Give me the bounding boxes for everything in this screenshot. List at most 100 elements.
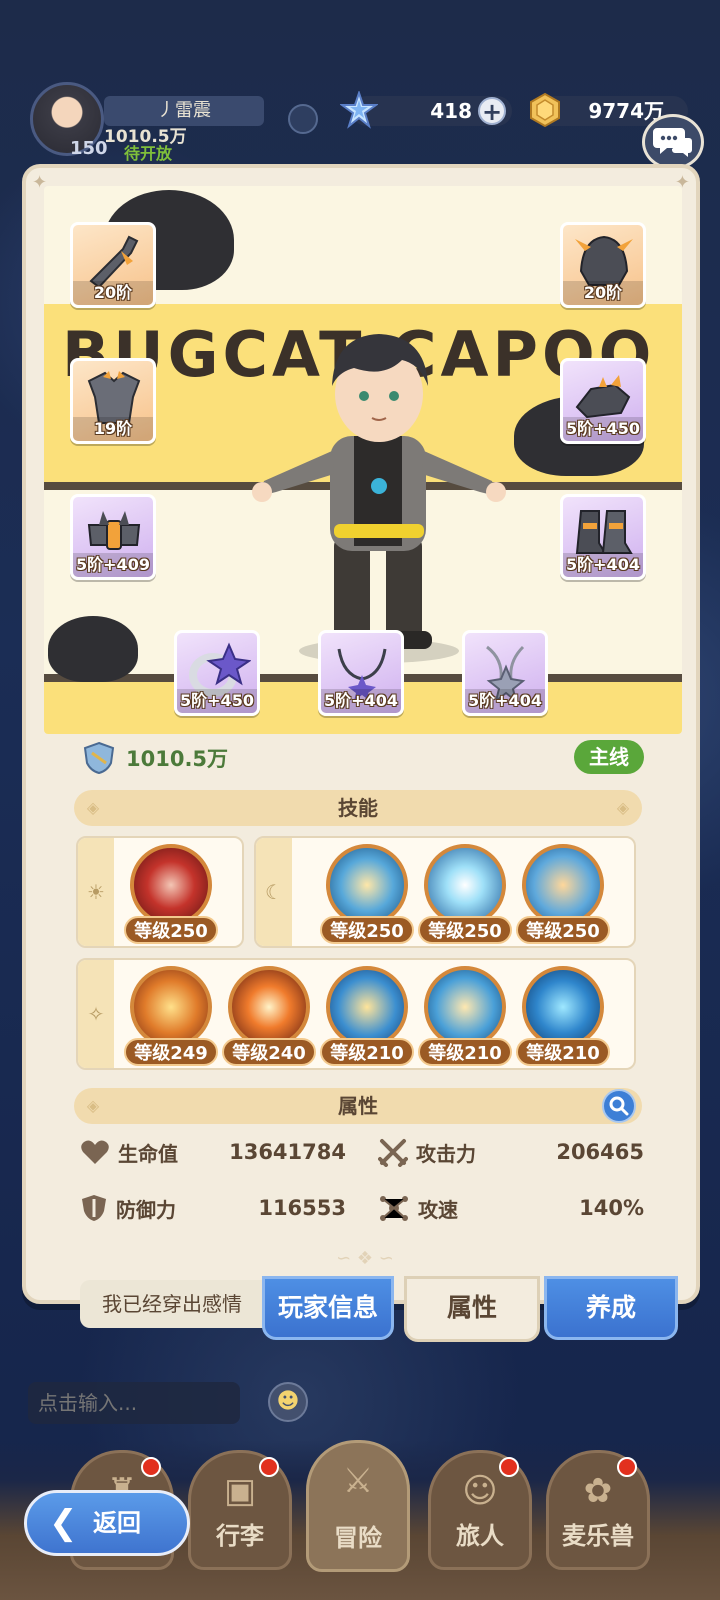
character-model[interactable] bbox=[234, 286, 524, 666]
equip-slot-charm[interactable]: 5阶+404 bbox=[462, 630, 548, 716]
feather-swipe-icon bbox=[326, 966, 408, 1048]
skill-slot[interactable]: 等级250 bbox=[418, 844, 512, 946]
diamond-ornament-icon: ◈ bbox=[616, 798, 630, 817]
equip-slot-boots[interactable]: 5阶+404 bbox=[560, 494, 646, 580]
nav-adventure[interactable]: ⚔ 冒险 bbox=[306, 1440, 410, 1572]
gem-counter: 418 + bbox=[340, 91, 512, 129]
attr-hp: 生命值 bbox=[80, 1132, 178, 1172]
add-gems-button[interactable]: + bbox=[478, 97, 506, 125]
cat-decoration bbox=[48, 616, 138, 682]
tab-player-info[interactable]: 玩家信息 bbox=[262, 1276, 394, 1340]
attributes-title: 属性 bbox=[338, 1094, 378, 1118]
chat-last-message[interactable]: 我已经穿出感情 bbox=[80, 1280, 280, 1328]
equip-level-tag: 5阶+404 bbox=[563, 553, 643, 577]
nav-adventure-label: 冒险 bbox=[334, 1524, 382, 1552]
blue-flame-icon bbox=[522, 966, 604, 1048]
combat-power: 1010.5万 bbox=[82, 738, 228, 778]
sun-icon: ☀ bbox=[78, 838, 114, 946]
crimson-vortex-icon bbox=[130, 844, 212, 926]
skill-slot[interactable]: 等级250 bbox=[320, 844, 414, 946]
crossed-swords-icon bbox=[378, 1139, 408, 1167]
equip-slot-weapon[interactable]: 20阶+450 bbox=[70, 222, 156, 308]
nav-luggage-label: 行李 bbox=[216, 1522, 264, 1550]
chat-bubble-button[interactable] bbox=[642, 114, 704, 170]
equip-slot-belt[interactable]: 5阶+409 bbox=[70, 494, 156, 580]
equip-level-tag: 5阶+404 bbox=[321, 689, 401, 713]
nav-pet[interactable]: ✿ 麦乐兽 bbox=[546, 1450, 650, 1570]
skills-title: 技能 bbox=[338, 796, 378, 820]
attr-atk: 攻击力 bbox=[378, 1132, 476, 1172]
search-icon bbox=[609, 1096, 629, 1116]
heart-icon bbox=[81, 1140, 109, 1164]
nav-pet-label: 麦乐兽 bbox=[562, 1522, 634, 1550]
attr-spd: 攻速 bbox=[378, 1188, 458, 1228]
equip-level-tag: 5阶+450 bbox=[177, 689, 257, 713]
skill-slot[interactable]: 等级210 bbox=[516, 966, 610, 1068]
equip-level-tag: 5阶+404 bbox=[465, 689, 545, 713]
tab-attributes[interactable]: 属性 bbox=[404, 1276, 540, 1342]
attr-atk-value: 206465 bbox=[556, 1140, 644, 1164]
explosion-icon bbox=[228, 966, 310, 1048]
skill-slot[interactable]: 等级249 bbox=[124, 966, 218, 1068]
crossed-swords-icon: ⚔ bbox=[342, 1461, 374, 1501]
skill-slot[interactable]: 等级250 bbox=[516, 844, 610, 946]
skills-header: ◈ 技能 ◈ bbox=[74, 790, 642, 826]
skill-slot[interactable]: 等级210 bbox=[320, 966, 414, 1068]
player-status-bg: 待开放 bbox=[124, 144, 173, 163]
equip-level-tag: 19阶+409 bbox=[73, 417, 153, 441]
character-showcase: BUGCAT CAPOO 20阶 20阶 19阶 5阶+450 5阶+409 5… bbox=[44, 186, 682, 734]
equip-level-tag: 20阶+409 bbox=[563, 281, 643, 305]
equip-slot-necklace[interactable]: 5阶+404 bbox=[318, 630, 404, 716]
skill-level-badge: 等级250 bbox=[124, 916, 218, 944]
notification-dot bbox=[499, 1457, 519, 1477]
notification-dot bbox=[259, 1457, 279, 1477]
attr-spd-value: 140% bbox=[579, 1196, 644, 1220]
nav-luggage[interactable]: ▣ 行李 bbox=[188, 1450, 292, 1570]
settings-orb-icon[interactable] bbox=[288, 104, 318, 134]
back-button[interactable]: ❮ 返回 bbox=[24, 1490, 190, 1556]
nav-traveler-label: 旅人 bbox=[456, 1522, 504, 1550]
attr-def-value: 116553 bbox=[258, 1196, 346, 1220]
skill-group-moon: ☾ 等级250 等级250 等级250 bbox=[254, 836, 636, 948]
skill-slot[interactable]: 等级210 bbox=[418, 966, 512, 1068]
star-gem-icon bbox=[340, 91, 378, 129]
equip-level-tag: 20阶+450 bbox=[73, 281, 153, 305]
equip-slot-chest[interactable]: 19阶+409 bbox=[70, 358, 156, 444]
attributes-header: ◈ 属性 bbox=[74, 1088, 642, 1124]
pet-icon: ✿ bbox=[583, 1471, 613, 1511]
notification-dot bbox=[617, 1457, 637, 1477]
attr-hp-value: 13641784 bbox=[229, 1140, 346, 1164]
attribute-detail-search-button[interactable] bbox=[602, 1089, 636, 1123]
guardian-spirit-icon bbox=[522, 844, 604, 926]
skill-level-badge: 等级250 bbox=[320, 916, 414, 944]
attr-atk-label: 攻击力 bbox=[416, 1141, 476, 1166]
skill-slot[interactable]: 等级250 bbox=[124, 844, 218, 946]
golden-blade-icon bbox=[424, 966, 506, 1048]
nav-traveler[interactable]: ☺ 旅人 bbox=[428, 1450, 532, 1570]
skill-level-badge: 等级250 bbox=[418, 916, 512, 944]
attr-def-label: 防御力 bbox=[116, 1197, 176, 1222]
skill-slot[interactable]: 等级240 bbox=[222, 966, 316, 1068]
mainline-button[interactable]: 主线 bbox=[574, 740, 644, 774]
emoji-button[interactable]: ☻ bbox=[268, 1382, 308, 1422]
skill-level-badge: 等级210 bbox=[516, 1038, 610, 1066]
equip-slot-gloves[interactable]: 5阶+450 bbox=[560, 358, 646, 444]
skill-level-badge: 等级240 bbox=[222, 1038, 316, 1066]
chest-icon: ▣ bbox=[223, 1471, 257, 1511]
tab-develop[interactable]: 养成 bbox=[544, 1276, 678, 1340]
equip-slot-ring[interactable]: 5阶+450 bbox=[174, 630, 260, 716]
chat-input[interactable] bbox=[28, 1382, 240, 1424]
attr-spd-label: 攻速 bbox=[418, 1197, 458, 1222]
flower-chain-icon bbox=[130, 966, 212, 1048]
traveler-avatar-icon: ☺ bbox=[462, 1471, 498, 1511]
skill-level-badge: 等级249 bbox=[124, 1038, 218, 1066]
back-label: 返回 bbox=[93, 1509, 141, 1537]
equip-slot-helmet[interactable]: 20阶+409 bbox=[560, 222, 646, 308]
notification-dot bbox=[141, 1457, 161, 1477]
equip-level-tag: 5阶+409 bbox=[73, 553, 153, 577]
skill-level-badge: 等级210 bbox=[320, 1038, 414, 1066]
gem-value: 418 bbox=[430, 99, 472, 123]
attr-def: 防御力 bbox=[80, 1188, 176, 1228]
diamond-ornament-icon: ◈ bbox=[86, 798, 100, 817]
skill-group-sun: ☀ 等级250 bbox=[76, 836, 244, 948]
